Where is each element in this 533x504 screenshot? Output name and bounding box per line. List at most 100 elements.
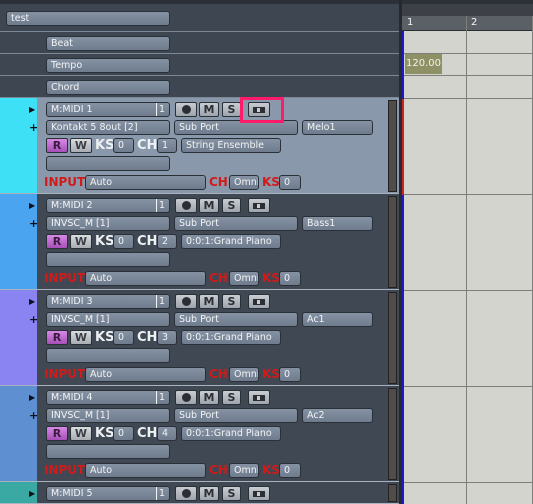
- track-row[interactable]: ▶ M:MIDI 5 1 M S: [0, 482, 400, 504]
- output-port-field[interactable]: INVSC_M [1]: [46, 216, 170, 231]
- input-source-field[interactable]: Auto: [85, 175, 206, 190]
- track-scrollbar[interactable]: [388, 196, 397, 288]
- channel-field[interactable]: 3: [157, 330, 177, 345]
- solo-button[interactable]: S: [222, 102, 241, 117]
- track-number: 1: [155, 103, 165, 116]
- read-button[interactable]: R: [46, 426, 68, 441]
- input-ks-field[interactable]: 0: [279, 367, 301, 382]
- sub-port-field[interactable]: Sub Port: [174, 216, 298, 231]
- input-channel-field[interactable]: Omni: [229, 463, 259, 478]
- empty-field[interactable]: [46, 444, 170, 459]
- track-name-field[interactable]: M:MIDI 2 1: [46, 198, 170, 213]
- mute-button[interactable]: M: [199, 102, 219, 117]
- plus-icon[interactable]: +: [29, 218, 38, 229]
- record-arm-button[interactable]: [175, 486, 197, 501]
- beat-track-field[interactable]: Beat: [46, 36, 170, 51]
- write-button[interactable]: W: [70, 138, 92, 153]
- track-scrollbar[interactable]: [388, 100, 397, 192]
- empty-field[interactable]: [46, 156, 170, 171]
- input-source-field[interactable]: Auto: [85, 271, 206, 286]
- ks-value-field[interactable]: 0: [113, 138, 134, 153]
- channel-field[interactable]: 2: [157, 234, 177, 249]
- mute-button[interactable]: M: [199, 294, 219, 309]
- track-label-field[interactable]: Melo1: [302, 120, 373, 135]
- tempo-track-field[interactable]: Tempo: [46, 58, 170, 73]
- track-row[interactable]: ▶ + M:MIDI 3 1 M S INVSC_M [1] Sub Port …: [0, 290, 400, 386]
- input-ks-field[interactable]: 0: [279, 463, 301, 478]
- play-triangle-icon[interactable]: ▶: [29, 105, 35, 114]
- solo-button[interactable]: S: [222, 486, 241, 501]
- channel-field[interactable]: 1: [157, 138, 177, 153]
- program-field[interactable]: 0:0:1:Grand Piano: [181, 426, 281, 441]
- write-button[interactable]: W: [70, 234, 92, 249]
- plus-icon[interactable]: +: [29, 410, 38, 421]
- timeline-ruler[interactable]: 1 2: [402, 16, 533, 31]
- mute-button[interactable]: M: [199, 486, 219, 501]
- track-label-field[interactable]: Ac1: [302, 312, 373, 327]
- program-field[interactable]: 0:0:1:Grand Piano: [181, 330, 281, 345]
- solo-button[interactable]: S: [222, 198, 241, 213]
- ks-value-field[interactable]: 0: [113, 426, 134, 441]
- sub-port-field[interactable]: Sub Port: [174, 408, 298, 423]
- read-button[interactable]: R: [46, 234, 68, 249]
- plus-icon[interactable]: +: [29, 122, 38, 133]
- mute-button[interactable]: M: [199, 198, 219, 213]
- track-row[interactable]: ▶ + M:MIDI 4 1 M S INVSC_M [1] Sub Port …: [0, 386, 400, 482]
- ks-value-field[interactable]: 0: [113, 234, 134, 249]
- track-scrollbar[interactable]: [388, 388, 397, 480]
- camera-button[interactable]: [248, 390, 270, 405]
- camera-button[interactable]: [248, 486, 270, 501]
- track-name-field[interactable]: M:MIDI 1 1: [46, 102, 170, 117]
- record-arm-button[interactable]: [175, 198, 197, 213]
- track-name: M:MIDI 5: [51, 488, 93, 499]
- play-triangle-icon[interactable]: ▶: [29, 297, 35, 306]
- camera-button[interactable]: [248, 294, 270, 309]
- input-source-field[interactable]: Auto: [85, 463, 206, 478]
- input-channel-field[interactable]: Omni: [229, 175, 259, 190]
- mute-button[interactable]: M: [199, 390, 219, 405]
- write-button[interactable]: W: [70, 426, 92, 441]
- input-channel-field[interactable]: Omni: [229, 271, 259, 286]
- track-row[interactable]: ▶ + M:MIDI 1 1 M S Kontakt 5 8out [2] Su…: [0, 98, 400, 194]
- empty-field[interactable]: [46, 252, 170, 267]
- input-channel-field[interactable]: Omni: [229, 367, 259, 382]
- camera-button[interactable]: [248, 198, 270, 213]
- read-button[interactable]: R: [46, 330, 68, 345]
- record-arm-button[interactable]: [175, 102, 197, 117]
- program-field[interactable]: 0:0:1:Grand Piano: [181, 234, 281, 249]
- input-source-field[interactable]: Auto: [85, 367, 206, 382]
- chord-track-field[interactable]: Chord: [46, 80, 170, 95]
- channel-field[interactable]: 4: [157, 426, 177, 441]
- output-port-field[interactable]: INVSC_M [1]: [46, 312, 170, 327]
- track-label-field[interactable]: Ac2: [302, 408, 373, 423]
- plus-icon[interactable]: +: [29, 314, 38, 325]
- project-name-field[interactable]: test: [6, 11, 170, 26]
- track-name-field[interactable]: M:MIDI 3 1: [46, 294, 170, 309]
- write-button[interactable]: W: [70, 330, 92, 345]
- record-dot-icon: [181, 489, 191, 498]
- input-ks-field[interactable]: 0: [279, 175, 301, 190]
- empty-field[interactable]: [46, 348, 170, 363]
- tempo-event[interactable]: 120.00: [405, 54, 442, 74]
- read-button[interactable]: R: [46, 138, 68, 153]
- sub-port-field[interactable]: Sub Port: [174, 312, 298, 327]
- play-triangle-icon[interactable]: ▶: [29, 201, 35, 210]
- solo-button[interactable]: S: [222, 294, 241, 309]
- track-label-field[interactable]: Bass1: [302, 216, 373, 231]
- ks-value-field[interactable]: 0: [113, 330, 134, 345]
- output-port-field[interactable]: INVSC_M [1]: [46, 408, 170, 423]
- output-port-field[interactable]: Kontakt 5 8out [2]: [46, 120, 170, 135]
- track-row[interactable]: ▶ + M:MIDI 2 1 M S INVSC_M [1] Sub Port …: [0, 194, 400, 290]
- play-triangle-icon[interactable]: ▶: [29, 489, 35, 498]
- record-arm-button[interactable]: [175, 390, 197, 405]
- track-name-field[interactable]: M:MIDI 5 1: [46, 486, 170, 501]
- input-ks-field[interactable]: 0: [279, 271, 301, 286]
- record-arm-button[interactable]: [175, 294, 197, 309]
- track-scrollbar[interactable]: [388, 292, 397, 384]
- track-name-field[interactable]: M:MIDI 4 1: [46, 390, 170, 405]
- track-scrollbar[interactable]: [388, 484, 397, 502]
- program-field[interactable]: String Ensemble: [181, 138, 281, 153]
- timeline-grid[interactable]: [402, 4, 533, 504]
- play-triangle-icon[interactable]: ▶: [29, 393, 35, 402]
- solo-button[interactable]: S: [222, 390, 241, 405]
